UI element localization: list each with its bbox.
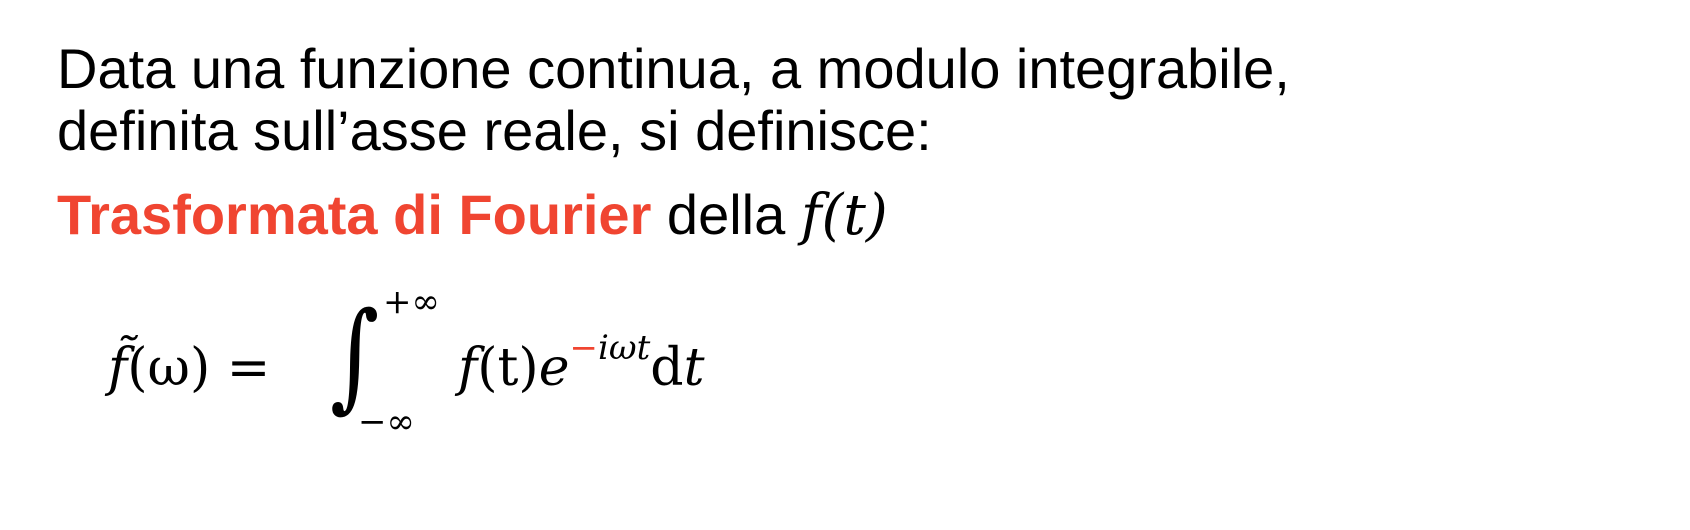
- integrand-arg: (t): [477, 338, 539, 398]
- formula-integrand: f(t)e−iωtdt: [458, 328, 705, 398]
- exponential-base: e: [538, 338, 570, 398]
- formula-lhs-function: f̃: [108, 338, 128, 398]
- integral-upper-limit: +∞: [383, 282, 440, 322]
- formula-lhs: f̃(ω) =: [108, 338, 270, 398]
- differential-d: d: [650, 338, 684, 398]
- integrand-function: f: [458, 338, 478, 398]
- heading-function-arg: (t): [822, 183, 888, 248]
- exponent-sign: −: [569, 328, 599, 368]
- formula-lhs-arg: (ω): [127, 338, 211, 398]
- integral-lower-limit: −∞: [358, 402, 415, 442]
- fourier-transform-formula: f̃(ω) = ∫ +∞ −∞ f(t)e−iωtdt: [108, 282, 808, 470]
- exponent-body: iωt: [598, 328, 651, 368]
- heading-plain-text: della: [651, 183, 801, 246]
- intro-paragraph: Data una funzione continua, a modulo int…: [57, 38, 1290, 162]
- heading-function-name: f: [800, 183, 822, 248]
- differential-var: t: [683, 338, 705, 398]
- intro-line-2: definita sull’asse reale, si definisce:: [57, 99, 932, 162]
- formula-equals: =: [210, 338, 271, 398]
- section-heading: Trasformata di Fourier della f(t): [57, 180, 888, 251]
- heading-function-arg-text: (t): [821, 183, 888, 248]
- heading-accent-title: Trasformata di Fourier: [57, 183, 652, 246]
- exponent: −iωt: [570, 328, 651, 368]
- intro-line-1: Data una funzione continua, a modulo int…: [57, 37, 1290, 100]
